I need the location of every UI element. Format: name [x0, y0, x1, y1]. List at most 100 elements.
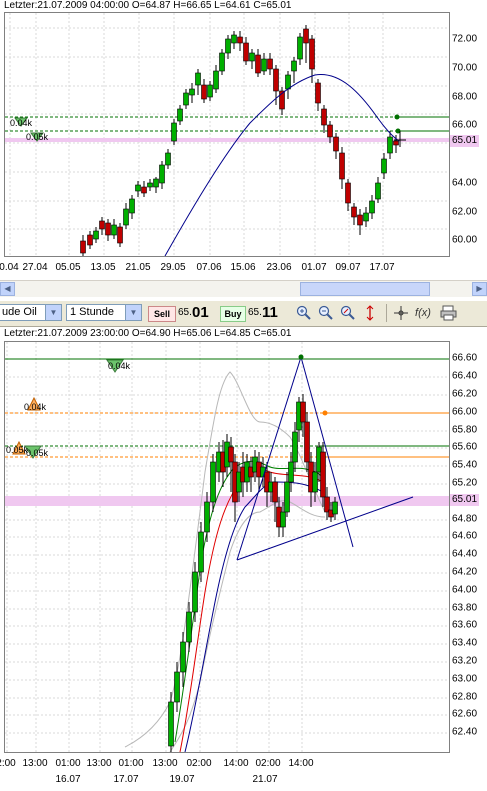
candle-body: [219, 52, 225, 72]
chart-toolbar: ude Oil ▼ 1 Stunde ▼ Sell 65. 01 Buy 65.…: [0, 300, 487, 327]
order-marker-label: 0.04k: [24, 402, 47, 412]
instrument-select[interactable]: ude Oil ▼: [0, 304, 62, 321]
x-tick-time: 02:00: [186, 758, 212, 769]
candle-body: [243, 42, 249, 62]
zoom-fit-icon[interactable]: [340, 305, 356, 321]
x-tick: 23.06: [266, 262, 292, 273]
candle-body: [285, 74, 291, 90]
candle-body: [174, 671, 180, 703]
y-tick: 64.80: [452, 513, 478, 525]
candle-body: [381, 158, 387, 174]
order-handle: [322, 410, 328, 416]
candle-body: [111, 224, 117, 236]
trendline-handle: [298, 354, 304, 360]
candle-body: [117, 226, 123, 244]
y-tick: 60.00: [452, 234, 478, 246]
candle-body: [99, 220, 105, 230]
y-tick: 70.00: [452, 62, 478, 74]
candle-body: [292, 431, 298, 463]
candle-body: [333, 136, 339, 152]
instrument-value: ude Oil: [2, 306, 37, 318]
x-tick-date: 21.07: [252, 774, 278, 785]
y-tick: 64.00: [452, 177, 478, 189]
candle-body: [183, 92, 189, 106]
y-tick: 64.60: [452, 530, 478, 542]
function-icon[interactable]: f(x): [415, 305, 431, 321]
x-tick-time: 14:00: [223, 758, 249, 769]
x-tick: 29.05: [160, 262, 186, 273]
order-marker-label: 0.05k: [6, 445, 29, 455]
y-tick: 64.00: [452, 584, 478, 596]
candle-body: [225, 38, 231, 54]
timeframe-select[interactable]: 1 Stunde ▼: [66, 304, 142, 321]
candle-body: [87, 234, 93, 246]
x-tick: 13.05: [90, 262, 116, 273]
y-tick: 62.00: [452, 206, 478, 218]
bottom-price-chart[interactable]: [5, 342, 449, 752]
candle-body: [315, 82, 321, 104]
chevron-down-icon[interactable]: ▼: [125, 305, 141, 320]
crosshair-icon[interactable]: [393, 305, 409, 321]
y-tick: 62.60: [452, 708, 478, 720]
candle-body: [363, 212, 369, 222]
candle-body: [320, 451, 326, 498]
candle-body: [159, 164, 165, 184]
x-tick-time: 01:00: [118, 758, 144, 769]
scroll-thumb[interactable]: [300, 282, 430, 296]
top-chart-panel[interactable]: [4, 12, 450, 257]
chevron-down-icon[interactable]: ▼: [45, 305, 61, 320]
x-tick-date: 19.07: [169, 774, 195, 785]
bottom-chart-panel[interactable]: [4, 341, 450, 753]
candle-body: [186, 611, 192, 643]
y-tick: 66.20: [452, 388, 478, 400]
y-tick: 64.20: [452, 566, 478, 578]
candle-body: [192, 571, 198, 613]
y-tick: 68.00: [452, 91, 478, 103]
candle-body: [273, 68, 279, 92]
y-tick: 64.40: [452, 548, 478, 560]
candle-body: [387, 136, 393, 154]
candle-body: [345, 182, 351, 204]
order-marker-label: 0.04k: [108, 361, 131, 371]
y-tick: 66.00: [452, 406, 478, 418]
sell-label: Sell: [148, 306, 176, 322]
y-tick: 65.60: [452, 441, 478, 453]
candle-body: [312, 471, 318, 493]
candle-body: [195, 72, 201, 86]
candle-body: [369, 200, 375, 214]
candle-body: [255, 54, 261, 74]
top-chart-header: Letzter:21.07.2009 04:00:00 O=64.87 H=66…: [4, 0, 292, 11]
candle-body: [231, 34, 237, 44]
zoom-out-icon[interactable]: [318, 305, 334, 321]
x-tick: 17.07: [369, 262, 395, 273]
y-tick: 66.40: [452, 370, 478, 382]
x-tick-time: 02:00: [255, 758, 281, 769]
candle-body: [171, 122, 177, 142]
candle-body: [189, 88, 195, 96]
candle-body: [147, 182, 153, 188]
top-price-axis: 72.00 70.00 68.00 66.00 64.00 62.00 60.0…: [450, 12, 487, 257]
candle-body: [204, 501, 210, 533]
candle-body: [210, 461, 216, 503]
scroll-left-button[interactable]: ◀: [0, 282, 15, 296]
candle-body: [357, 214, 363, 226]
vertical-zoom-icon[interactable]: [362, 305, 378, 321]
current-price-label: 65.01: [450, 494, 480, 506]
scroll-right-button[interactable]: ▶: [472, 282, 487, 296]
x-tick: 09.07: [335, 262, 361, 273]
top-time-axis: 0.04 27.04 05.05 13.05 21.05 29.05 07.06…: [0, 258, 487, 280]
x-tick: 05.05: [55, 262, 81, 273]
y-tick: 72.00: [452, 33, 478, 45]
horizontal-scrollbar[interactable]: ◀ ▶: [0, 280, 487, 297]
candle-body: [327, 124, 333, 138]
print-icon[interactable]: [440, 305, 457, 321]
y-tick: 66.60: [452, 352, 478, 364]
y-tick: 65.80: [452, 424, 478, 436]
candle-body: [272, 481, 278, 503]
x-tick-time: 13:00: [22, 758, 48, 769]
candle-body: [393, 140, 399, 146]
x-tick: 0.04: [0, 262, 19, 273]
bottom-time-axis: 2:00 13:00 01:00 13:00 01:00 13:00 02:00…: [0, 754, 487, 791]
zoom-in-icon[interactable]: [296, 305, 312, 321]
top-price-chart[interactable]: [5, 13, 449, 256]
